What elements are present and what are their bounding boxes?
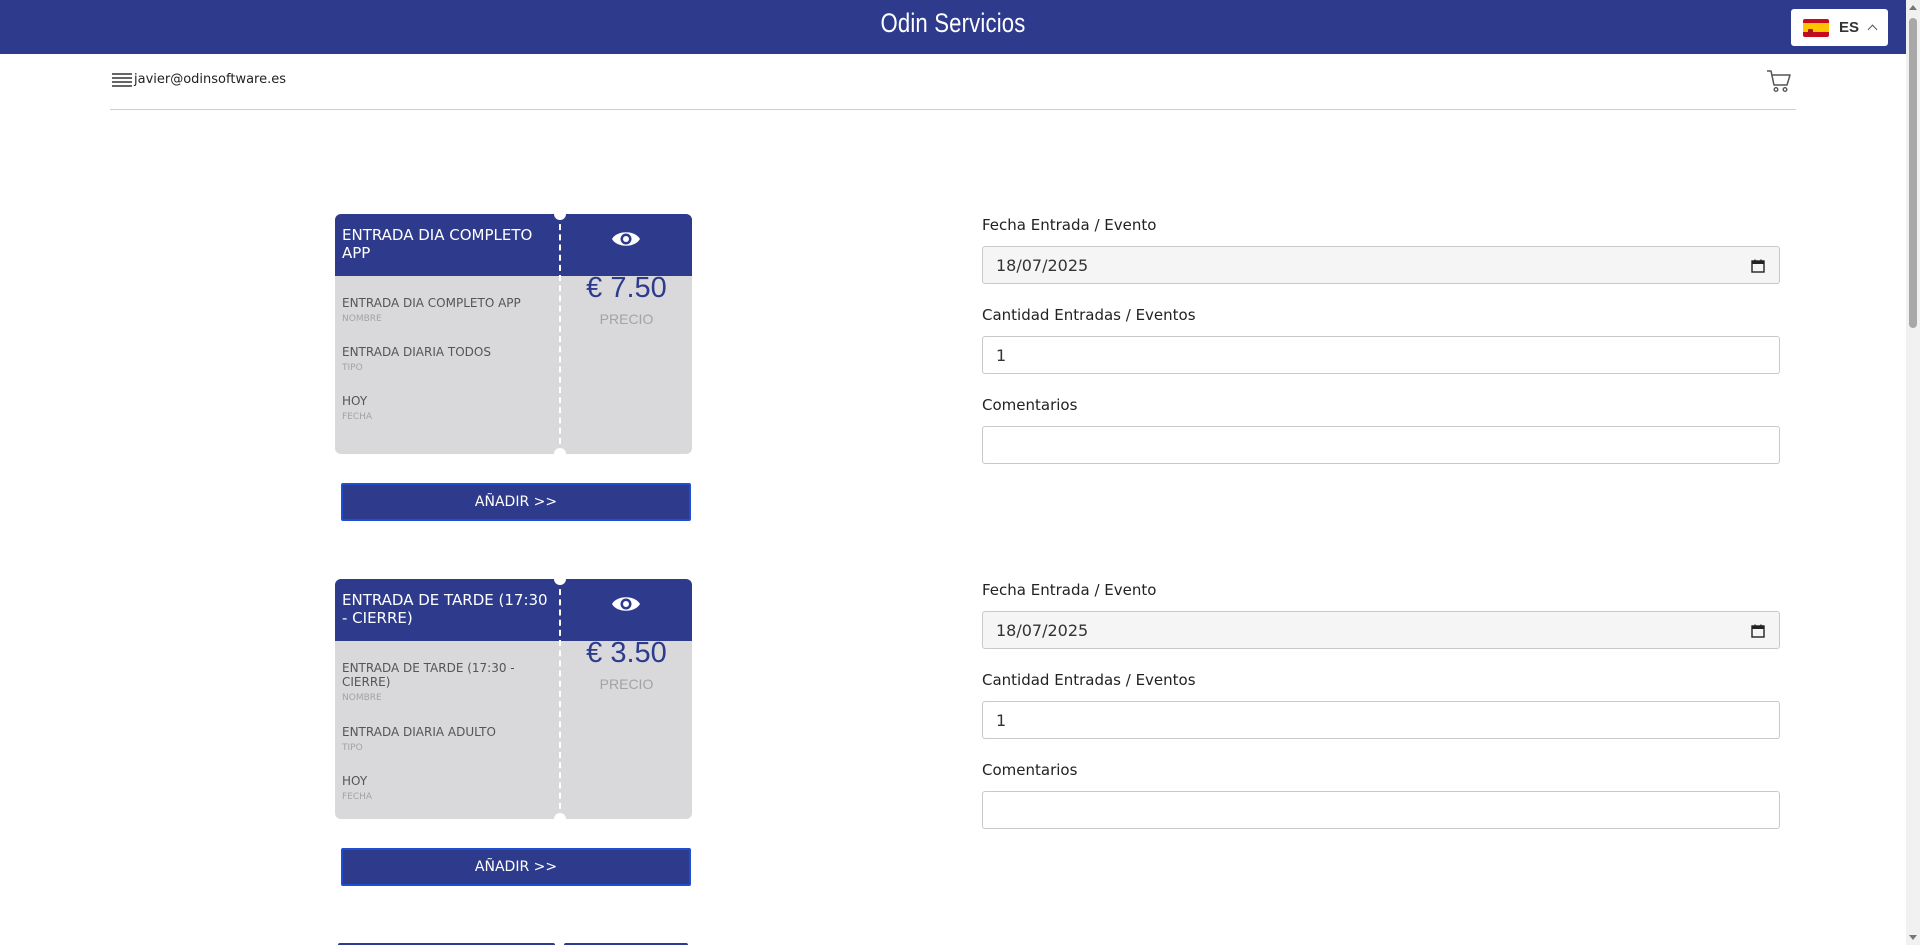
ticket-tipo: ENTRADA DIARIA TODOS TIPO <box>342 345 552 373</box>
ticket-tipo: ENTRADA DIARIA ADULTO TIPO <box>342 725 552 753</box>
ticket-price: € 3.50 <box>586 637 667 669</box>
ticket-price-label: PRECIO <box>599 676 654 692</box>
ticket-card: ENTRADA DIA COMPLETO APP ENTRADA DIA COM… <box>335 214 692 454</box>
language-selector[interactable]: ES <box>1791 9 1888 46</box>
language-code: ES <box>1839 19 1860 36</box>
fecha-date-value: 18/07/2025 <box>996 620 1089 640</box>
add-to-cart-button[interactable]: AÑADIR >> <box>341 483 691 521</box>
user-email: javier@odinsoftware.es <box>134 72 287 87</box>
ticket-perforation <box>559 214 561 454</box>
ticket-tipo-label: TIPO <box>342 743 363 753</box>
ticket-tipo-value: ENTRADA DIARIA ADULTO <box>342 725 496 739</box>
shopping-cart-icon[interactable] <box>1766 69 1792 93</box>
cantidad-value: 1 <box>996 345 1007 365</box>
ticket-notch <box>554 813 566 819</box>
ticket-nombre-label: NOMBRE <box>342 314 382 324</box>
ticket-fecha: HOY FECHA <box>342 394 552 422</box>
fecha-date-value: 18/07/2025 <box>996 255 1089 275</box>
ticket-nombre-label: NOMBRE <box>342 693 382 703</box>
eye-icon[interactable] <box>611 228 641 250</box>
eye-icon[interactable] <box>611 593 641 615</box>
hamburger-menu-icon[interactable] <box>112 73 132 87</box>
comentarios-label: Comentarios <box>982 396 1078 414</box>
app-header: Odin Servicios ES <box>0 0 1906 54</box>
fecha-date-input[interactable]: 18/07/2025 <box>982 611 1780 649</box>
cantidad-value: 1 <box>996 710 1007 730</box>
ticket-header: ENTRADA DIA COMPLETO APP <box>335 214 692 276</box>
ticket-nombre: ENTRADA DE TARDE (17:30 - CIERRE) NOMBRE <box>342 661 552 703</box>
ticket-nombre-value: ENTRADA DIA COMPLETO APP <box>342 296 521 310</box>
fecha-date-input[interactable]: 18/07/2025 <box>982 246 1780 284</box>
scroll-down-arrow-icon[interactable] <box>1909 935 1917 940</box>
ticket-nombre: ENTRADA DIA COMPLETO APP NOMBRE <box>342 296 552 324</box>
cantidad-input[interactable]: 1 <box>982 336 1780 374</box>
cantidad-label: Cantidad Entradas / Eventos <box>982 671 1196 689</box>
ticket-card: ENTRADA DE TARDE (17:30 - CIERRE) ENTRAD… <box>335 579 692 819</box>
ticket-title: ENTRADA DE TARDE (17:30 - CIERRE) <box>342 591 548 627</box>
user-bar: javier@odinsoftware.es <box>110 68 1796 110</box>
ticket-perforation <box>559 579 561 819</box>
ticket-notch <box>554 448 566 454</box>
scroll-up-arrow-icon[interactable] <box>1909 5 1917 10</box>
ticket-fecha-label: FECHA <box>342 792 373 802</box>
ticket-fecha: HOY FECHA <box>342 774 552 802</box>
ticket-price: € 7.50 <box>586 272 667 304</box>
fecha-label: Fecha Entrada / Evento <box>982 581 1157 599</box>
ticket-nombre-value: ENTRADA DE TARDE (17:30 - CIERRE) <box>342 661 515 689</box>
chevron-up-icon <box>1867 24 1878 35</box>
cantidad-input[interactable]: 1 <box>982 701 1780 739</box>
comentarios-label: Comentarios <box>982 761 1078 779</box>
ticket-fecha-label: FECHA <box>342 412 373 422</box>
calendar-icon[interactable] <box>1751 259 1765 273</box>
scrollbar-thumb[interactable] <box>1909 18 1917 328</box>
vertical-scrollbar[interactable] <box>1906 0 1920 945</box>
calendar-icon[interactable] <box>1751 624 1765 638</box>
comentarios-input[interactable] <box>982 426 1780 464</box>
ticket-price-label: PRECIO <box>599 311 654 327</box>
cantidad-label: Cantidad Entradas / Eventos <box>982 306 1196 324</box>
ticket-header: ENTRADA DE TARDE (17:30 - CIERRE) <box>335 579 692 641</box>
ticket-title: ENTRADA DIA COMPLETO APP <box>342 226 533 262</box>
app-title: Odin Servicios <box>880 8 1026 38</box>
comentarios-input[interactable] <box>982 791 1780 829</box>
add-to-cart-button[interactable]: AÑADIR >> <box>341 848 691 886</box>
ticket-fecha-value: HOY <box>342 394 368 408</box>
ticket-tipo-value: ENTRADA DIARIA TODOS <box>342 345 491 359</box>
spain-flag-icon <box>1803 18 1829 37</box>
ticket-fecha-value: HOY <box>342 774 368 788</box>
fecha-label: Fecha Entrada / Evento <box>982 216 1157 234</box>
ticket-tipo-label: TIPO <box>342 363 363 373</box>
